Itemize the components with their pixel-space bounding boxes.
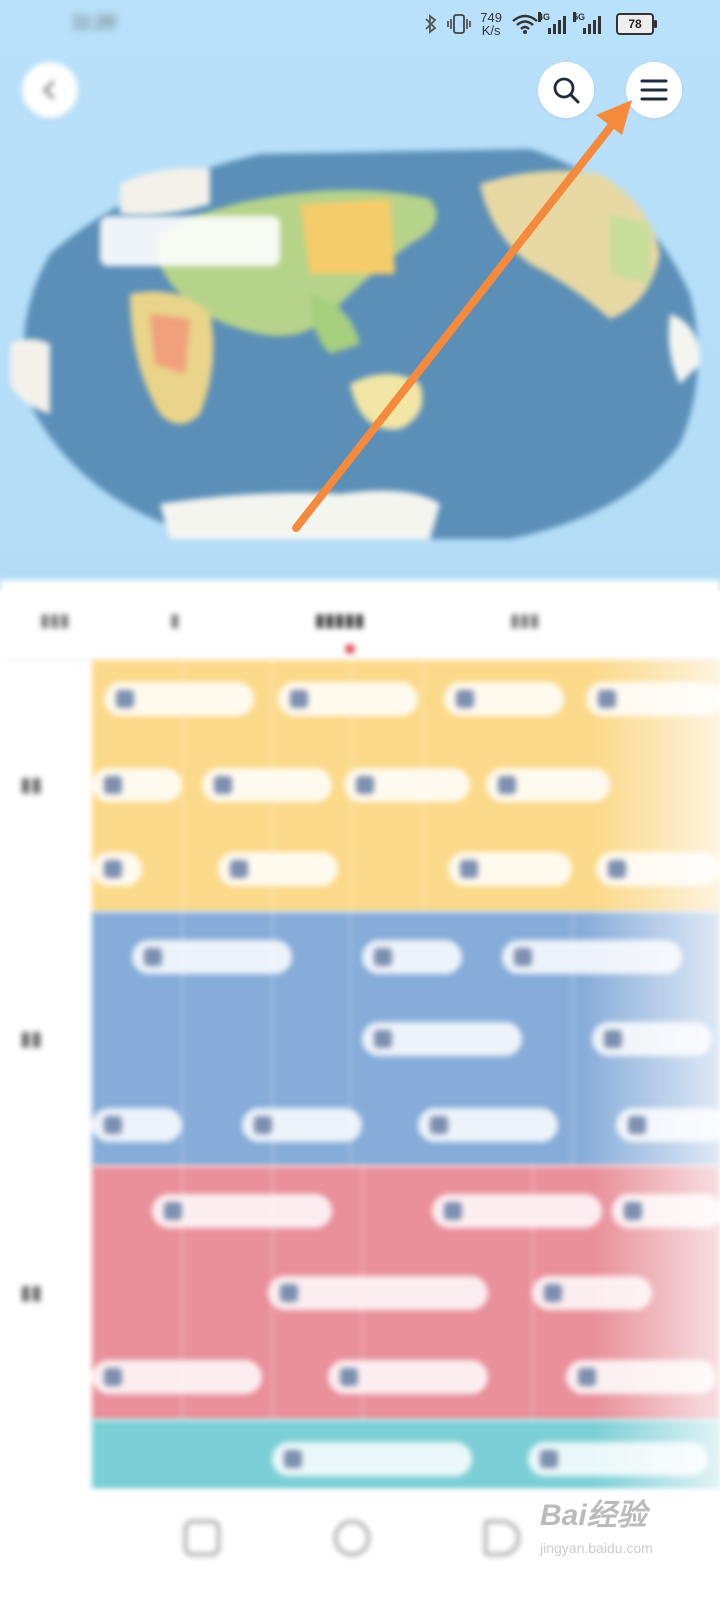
event-chip[interactable] bbox=[616, 1108, 720, 1142]
timeline-tick: ▮▮▮ bbox=[510, 610, 540, 630]
search-button[interactable] bbox=[538, 62, 594, 118]
search-icon bbox=[553, 77, 580, 104]
event-chip[interactable] bbox=[486, 768, 610, 802]
status-icons: 749 K/s 4G 5G 78 bbox=[424, 6, 657, 42]
event-chip[interactable] bbox=[152, 1194, 332, 1228]
era-band-teal[interactable] bbox=[92, 1420, 720, 1490]
watermark-url: jingyan.baidu.com bbox=[540, 1540, 653, 1556]
event-chip[interactable] bbox=[586, 682, 720, 716]
event-chip[interactable] bbox=[242, 1108, 362, 1142]
era-band-red[interactable] bbox=[92, 1166, 720, 1420]
era-band-yellow[interactable] bbox=[92, 660, 720, 912]
event-chip[interactable] bbox=[104, 682, 254, 716]
net-speed-unit: K/s bbox=[481, 23, 501, 38]
cell-signal-4g: 4G bbox=[538, 12, 566, 34]
bluetooth-icon bbox=[425, 14, 437, 34]
era-label: ▮▮ bbox=[20, 1028, 43, 1050]
event-chip[interactable] bbox=[344, 768, 470, 802]
signal-5g-label: 5G bbox=[573, 12, 586, 22]
map-header-area: 11:20 749 K/s 4G 5G 78 bbox=[0, 0, 720, 590]
menu-button[interactable] bbox=[626, 62, 682, 118]
event-chip[interactable] bbox=[362, 1022, 522, 1056]
era-band-blue[interactable] bbox=[92, 912, 720, 1166]
event-chip[interactable] bbox=[202, 768, 332, 802]
status-time: 11:20 bbox=[72, 12, 116, 32]
wifi-icon bbox=[512, 14, 538, 34]
event-chip[interactable] bbox=[268, 1276, 488, 1310]
event-chip[interactable] bbox=[528, 1442, 708, 1476]
network-speed: 749 K/s bbox=[480, 11, 502, 37]
back-nav-icon[interactable] bbox=[484, 1520, 520, 1556]
hamburger-menu-icon bbox=[640, 79, 668, 101]
recent-apps-icon[interactable] bbox=[184, 1520, 220, 1556]
event-chip[interactable] bbox=[532, 1276, 652, 1310]
event-chip[interactable] bbox=[92, 1360, 262, 1394]
event-chip[interactable] bbox=[596, 852, 720, 886]
event-chip[interactable] bbox=[132, 940, 292, 974]
event-chip[interactable] bbox=[502, 940, 682, 974]
battery-level: 78 bbox=[628, 17, 642, 31]
event-chip[interactable] bbox=[278, 682, 418, 716]
map-region-label[interactable] bbox=[100, 216, 280, 266]
event-chip[interactable] bbox=[328, 1360, 488, 1394]
event-chip[interactable] bbox=[592, 1022, 712, 1056]
event-chip[interactable] bbox=[612, 1194, 720, 1228]
timeline-ruler[interactable]: ▮▮▮ ▮ ▮▮▮▮▮ ▮▮▮ bbox=[0, 580, 720, 661]
era-row bbox=[0, 1420, 720, 1490]
era-row: ▮▮ bbox=[0, 1166, 720, 1420]
event-chip[interactable] bbox=[448, 852, 572, 886]
event-chip[interactable] bbox=[272, 1442, 472, 1476]
event-chip[interactable] bbox=[432, 1194, 602, 1228]
timeline-current: ▮▮▮▮▮ bbox=[315, 610, 365, 630]
event-chip[interactable] bbox=[362, 940, 462, 974]
timeline-tick: ▮ bbox=[170, 610, 180, 630]
event-chip[interactable] bbox=[218, 852, 338, 886]
event-chip[interactable] bbox=[418, 1108, 558, 1142]
era-row: ▮▮ bbox=[0, 912, 720, 1166]
cell-signal-5g: 5G bbox=[573, 12, 601, 34]
timeline-tick: ▮▮▮ bbox=[40, 610, 70, 630]
era-label: ▮▮ bbox=[20, 1282, 43, 1304]
back-button[interactable] bbox=[22, 62, 78, 118]
baidu-jingyan-watermark: Bai经验 bbox=[540, 1499, 647, 1532]
battery-indicator: 78 bbox=[616, 13, 657, 35]
event-chip[interactable] bbox=[92, 768, 182, 802]
status-bar: 11:20 749 K/s 4G 5G 78 bbox=[0, 0, 720, 48]
world-map[interactable] bbox=[10, 144, 700, 554]
event-chip[interactable] bbox=[444, 682, 564, 716]
signal-4g-label: 4G bbox=[538, 12, 551, 22]
event-chip[interactable] bbox=[92, 852, 142, 886]
timeline-marker bbox=[345, 644, 355, 654]
event-chip[interactable] bbox=[566, 1360, 716, 1394]
chevron-left-icon bbox=[43, 80, 55, 100]
era-row: ▮▮ bbox=[0, 660, 720, 912]
event-chip[interactable] bbox=[92, 1108, 182, 1142]
era-label: ▮▮ bbox=[20, 774, 43, 796]
vibrate-icon bbox=[447, 14, 472, 34]
home-icon[interactable] bbox=[334, 1520, 370, 1556]
